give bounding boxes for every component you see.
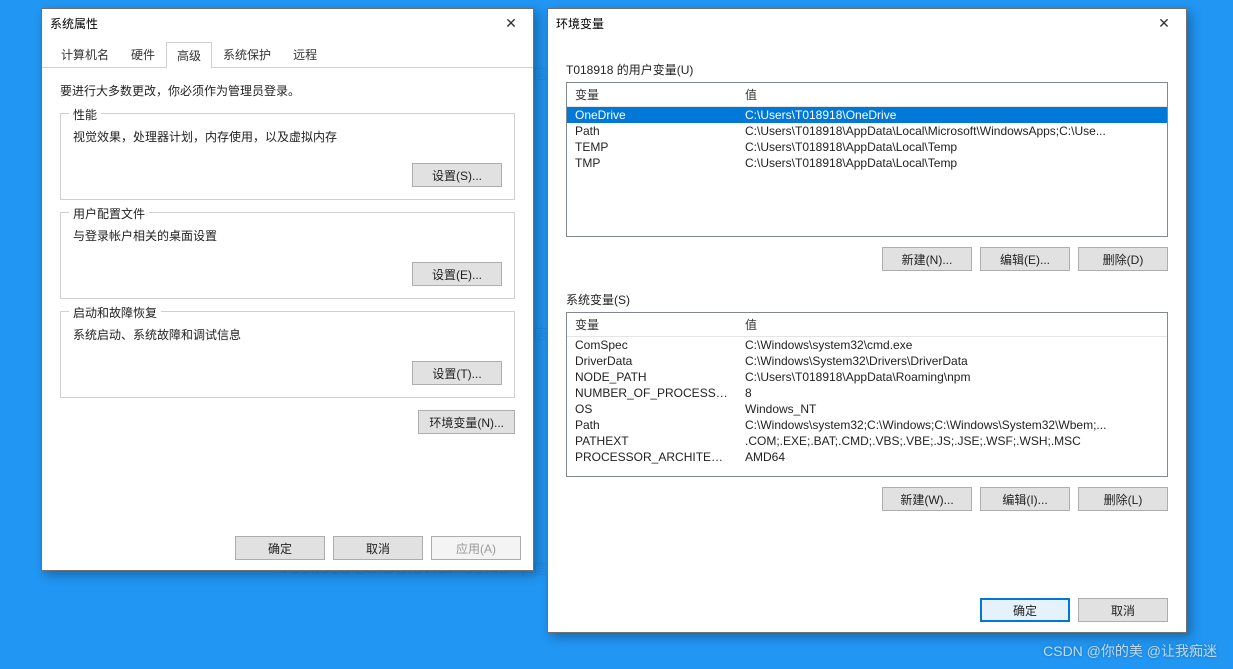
- var-name: OS: [567, 401, 737, 417]
- apply-button[interactable]: 应用(A): [431, 536, 521, 560]
- profiles-settings-button[interactable]: 设置(E)...: [412, 262, 502, 286]
- tab-4[interactable]: 远程: [282, 41, 328, 67]
- var-name: OneDrive: [567, 107, 737, 123]
- environment-variables-dialog: 环境变量 ✕ T018918 的用户变量(U) 变量 值 OneDriveC:\…: [547, 8, 1187, 633]
- group-desc: 视觉效果，处理器计划，内存使用，以及虚拟内存: [73, 128, 502, 145]
- close-icon[interactable]: ✕: [491, 11, 531, 35]
- var-value: C:\Users\T018918\AppData\Local\Microsoft…: [737, 123, 1167, 139]
- user-delete-button[interactable]: 删除(D): [1078, 247, 1168, 271]
- var-name: Path: [567, 123, 737, 139]
- var-name: ComSpec: [567, 337, 737, 353]
- list-item[interactable]: TMPC:\Users\T018918\AppData\Local\Temp: [567, 155, 1167, 171]
- env-vars-button[interactable]: 环境变量(N)...: [418, 410, 515, 434]
- list-item[interactable]: PROCESSOR_ARCHITECTUREAMD64: [567, 449, 1167, 465]
- list-item[interactable]: ComSpecC:\Windows\system32\cmd.exe: [567, 337, 1167, 353]
- user-vars-label: T018918 的用户变量(U): [566, 61, 1168, 78]
- list-item[interactable]: PATHEXT.COM;.EXE;.BAT;.CMD;.VBS;.VBE;.JS…: [567, 433, 1167, 449]
- var-value: .COM;.EXE;.BAT;.CMD;.VBS;.VBE;.JS;.JSE;.…: [737, 433, 1167, 449]
- list-header: 变量 值: [567, 83, 1167, 107]
- group-label: 性能: [69, 106, 101, 123]
- var-name: TMP: [567, 155, 737, 171]
- list-item[interactable]: DriverDataC:\Windows\System32\Drivers\Dr…: [567, 353, 1167, 369]
- tab-body: 要进行大多数更改，你必须作为管理员登录。 性能 视觉效果，处理器计划，内存使用，…: [42, 68, 533, 444]
- list-item[interactable]: NODE_PATHC:\Users\T018918\AppData\Roamin…: [567, 369, 1167, 385]
- credit-text: CSDN @你的美 @让我痴迷: [1043, 641, 1217, 661]
- list-item[interactable]: NUMBER_OF_PROCESSORS8: [567, 385, 1167, 401]
- ok-button[interactable]: 确定: [235, 536, 325, 560]
- user-profiles-group: 用户配置文件 与登录帐户相关的桌面设置 设置(E)...: [60, 212, 515, 299]
- user-edit-button[interactable]: 编辑(E)...: [980, 247, 1070, 271]
- var-value: C:\Windows\system32;C:\Windows;C:\Window…: [737, 417, 1167, 433]
- var-name: NODE_PATH: [567, 369, 737, 385]
- system-properties-dialog: 系统属性 ✕ 计算机名硬件高级系统保护远程 要进行大多数更改，你必须作为管理员登…: [41, 8, 534, 571]
- performance-group: 性能 视觉效果，处理器计划，内存使用，以及虚拟内存 设置(S)...: [60, 113, 515, 200]
- col-value[interactable]: 值: [737, 313, 1167, 336]
- sys-vars-list[interactable]: 变量 值 ComSpecC:\Windows\system32\cmd.exeD…: [566, 312, 1168, 477]
- var-value: C:\Users\T018918\OneDrive: [737, 107, 1167, 123]
- var-value: C:\Users\T018918\AppData\Roaming\npm: [737, 369, 1167, 385]
- var-name: PROCESSOR_ARCHITECTURE: [567, 449, 737, 465]
- list-item[interactable]: TEMPC:\Users\T018918\AppData\Local\Temp: [567, 139, 1167, 155]
- admin-note: 要进行大多数更改，你必须作为管理员登录。: [60, 82, 515, 99]
- list-header: 变量 值: [567, 313, 1167, 337]
- performance-settings-button[interactable]: 设置(S)...: [412, 163, 502, 187]
- list-item[interactable]: PathC:\Windows\system32;C:\Windows;C:\Wi…: [567, 417, 1167, 433]
- sys-edit-button[interactable]: 编辑(I)...: [980, 487, 1070, 511]
- list-item[interactable]: OSWindows_NT: [567, 401, 1167, 417]
- var-name: TEMP: [567, 139, 737, 155]
- group-label: 用户配置文件: [69, 205, 149, 222]
- col-variable[interactable]: 变量: [567, 83, 737, 106]
- var-value: AMD64: [737, 449, 1167, 465]
- tabs: 计算机名硬件高级系统保护远程: [42, 41, 533, 68]
- user-new-button[interactable]: 新建(N)...: [882, 247, 972, 271]
- group-desc: 系统启动、系统故障和调试信息: [73, 326, 502, 343]
- startup-recovery-group: 启动和故障恢复 系统启动、系统故障和调试信息 设置(T)...: [60, 311, 515, 398]
- list-item[interactable]: OneDriveC:\Users\T018918\OneDrive: [567, 107, 1167, 123]
- var-name: Path: [567, 417, 737, 433]
- tab-3[interactable]: 系统保护: [212, 41, 282, 67]
- sys-delete-button[interactable]: 删除(L): [1078, 487, 1168, 511]
- var-value: C:\Windows\System32\Drivers\DriverData: [737, 353, 1167, 369]
- tab-0[interactable]: 计算机名: [50, 41, 120, 67]
- var-value: C:\Users\T018918\AppData\Local\Temp: [737, 155, 1167, 171]
- ok-button[interactable]: 确定: [980, 598, 1070, 622]
- dialog-title: 环境变量: [548, 9, 1186, 37]
- var-name: DriverData: [567, 353, 737, 369]
- sys-new-button[interactable]: 新建(W)...: [882, 487, 972, 511]
- user-vars-list[interactable]: 变量 值 OneDriveC:\Users\T018918\OneDrivePa…: [566, 82, 1168, 237]
- startup-settings-button[interactable]: 设置(T)...: [412, 361, 502, 385]
- col-value[interactable]: 值: [737, 83, 1167, 106]
- group-desc: 与登录帐户相关的桌面设置: [73, 227, 502, 244]
- tab-2[interactable]: 高级: [166, 42, 212, 68]
- dialog-title: 系统属性: [42, 9, 533, 37]
- dialog-footer: 确定 取消 应用(A): [42, 526, 533, 570]
- col-variable[interactable]: 变量: [567, 313, 737, 336]
- var-value: Windows_NT: [737, 401, 1167, 417]
- var-value: C:\Windows\system32\cmd.exe: [737, 337, 1167, 353]
- sys-vars-label: 系统变量(S): [566, 291, 1168, 308]
- close-icon[interactable]: ✕: [1144, 11, 1184, 35]
- var-name: PATHEXT: [567, 433, 737, 449]
- group-label: 启动和故障恢复: [69, 304, 161, 321]
- cancel-button[interactable]: 取消: [333, 536, 423, 560]
- var-value: C:\Users\T018918\AppData\Local\Temp: [737, 139, 1167, 155]
- var-name: NUMBER_OF_PROCESSORS: [567, 385, 737, 401]
- var-value: 8: [737, 385, 1167, 401]
- tab-1[interactable]: 硬件: [120, 41, 166, 67]
- cancel-button[interactable]: 取消: [1078, 598, 1168, 622]
- list-item[interactable]: PathC:\Users\T018918\AppData\Local\Micro…: [567, 123, 1167, 139]
